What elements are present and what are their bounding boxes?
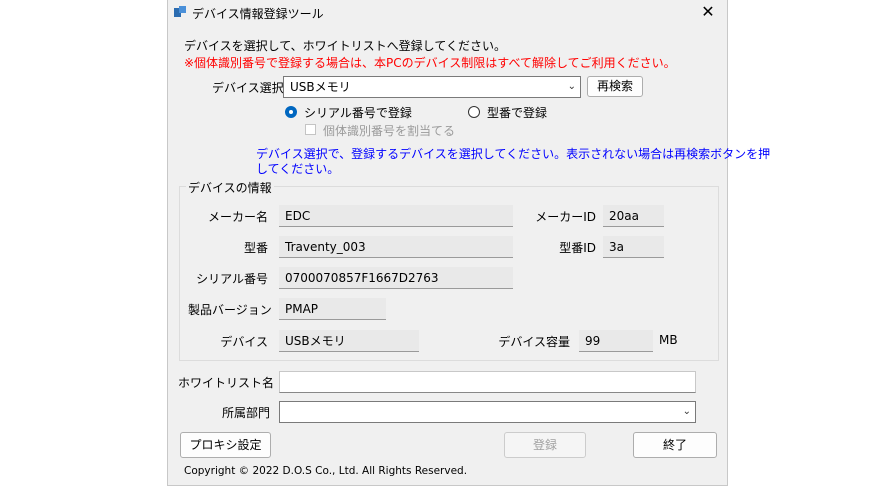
exit-button[interactable]: 終了 xyxy=(633,432,717,458)
copyright-text: Copyright © 2022 D.O.S Co., Ltd. All Rig… xyxy=(184,465,468,477)
register-button[interactable]: 登録 xyxy=(504,432,586,458)
serial-field: 0700070857F1667D2763 xyxy=(279,267,513,289)
device-field: USBメモリ xyxy=(279,330,419,352)
model-id-field: 3a xyxy=(603,236,664,258)
capacity-label: デバイス容量 xyxy=(498,335,570,349)
device-label: デバイス xyxy=(220,335,268,349)
device-select-value: USBメモリ xyxy=(290,80,351,94)
proxy-settings-button[interactable]: プロキシ設定 xyxy=(180,432,271,458)
capacity-unit: MB xyxy=(659,333,678,347)
instruction-text: デバイスを選択して、ホワイトリストへ登録してください。 xyxy=(184,39,506,53)
app-icon xyxy=(174,6,186,17)
device-info-group-label: デバイスの情報 xyxy=(186,179,274,196)
title-bar: デバイス情報登録ツール ✕ xyxy=(168,0,727,25)
rescan-button[interactable]: 再検索 xyxy=(587,76,643,97)
assign-id-checkbox[interactable] xyxy=(305,124,316,135)
hint-text-line2: してください。 xyxy=(256,162,340,176)
device-select-combo[interactable]: USBメモリ ⌄ xyxy=(283,76,581,98)
version-field: PMAP xyxy=(279,298,386,320)
department-label: 所属部門 xyxy=(221,406,270,420)
model-label: 型番 xyxy=(243,241,268,255)
window-title: デバイス情報登録ツール xyxy=(192,7,324,21)
chevron-down-icon: ⌄ xyxy=(567,81,576,92)
chevron-down-icon: ⌄ xyxy=(682,406,691,417)
model-field: Traventy_003 xyxy=(279,236,513,258)
capacity-field: 99 xyxy=(579,330,653,352)
serial-label: シリアル番号 xyxy=(196,272,268,286)
serial-register-radio[interactable] xyxy=(285,106,297,118)
maker-name-field: EDC xyxy=(279,205,513,227)
department-select[interactable]: ⌄ xyxy=(279,401,696,423)
maker-name-label: メーカー名 xyxy=(207,210,268,224)
warning-text: ※個体識別番号で登録する場合は、本PCのデバイス制限はすべて解除してご利用くださ… xyxy=(184,56,676,70)
version-label: 製品バージョン xyxy=(188,303,272,317)
main-window: デバイス情報登録ツール ✕ デバイスを選択して、ホワイトリストへ登録してください… xyxy=(167,0,770,486)
close-icon[interactable]: ✕ xyxy=(697,2,719,22)
whitelist-name-input[interactable] xyxy=(279,371,696,393)
maker-id-field: 20aa xyxy=(603,205,664,227)
assign-id-label: 個体識別番号を割当てる xyxy=(323,124,456,138)
serial-register-label: シリアル番号で登録 xyxy=(304,106,412,120)
device-select-label: デバイス選択 xyxy=(212,81,284,95)
maker-id-label: メーカーID xyxy=(535,210,596,224)
model-register-radio[interactable] xyxy=(468,106,480,118)
whitelist-name-label: ホワイトリスト名 xyxy=(178,376,275,390)
model-id-label: 型番ID xyxy=(559,241,596,255)
model-register-label: 型番で登録 xyxy=(487,106,548,120)
